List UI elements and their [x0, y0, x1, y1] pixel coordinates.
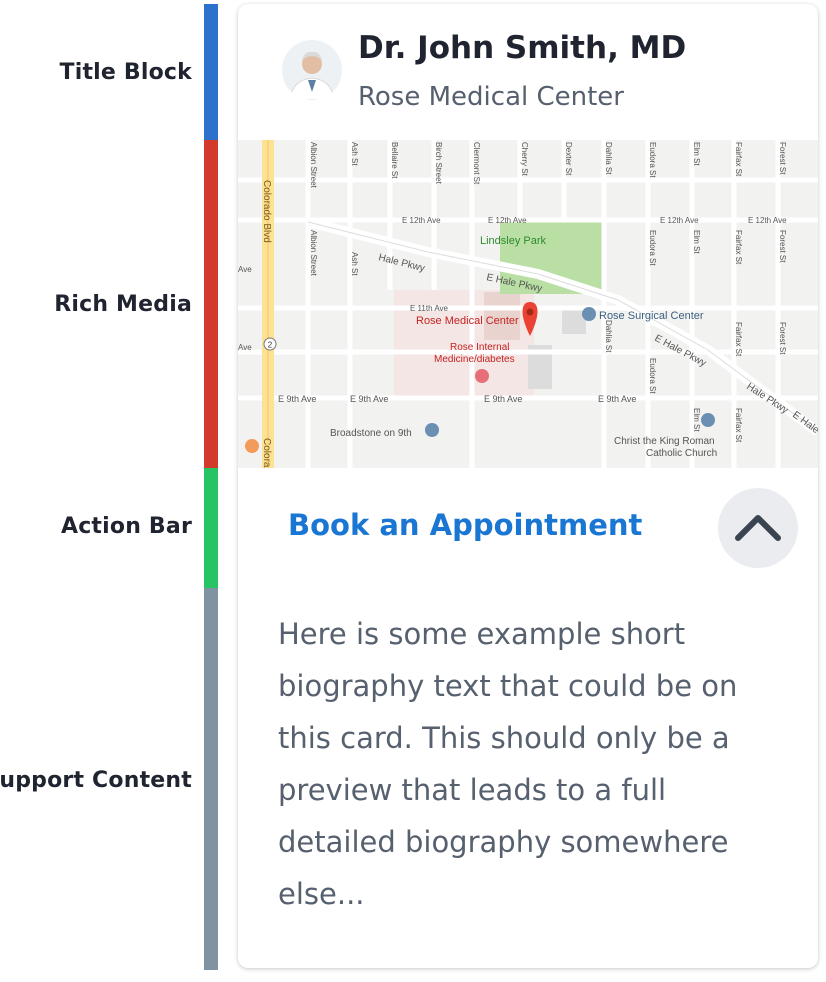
svg-text:Dahlia St: Dahlia St: [604, 320, 613, 353]
bar-action-bar: [204, 468, 218, 588]
label-title-block: Title Block: [59, 60, 192, 85]
svg-text:Ash St: Ash St: [350, 252, 359, 276]
svg-text:Broadstone on 9th: Broadstone on 9th: [330, 428, 412, 439]
svg-text:Ave: Ave: [238, 343, 252, 352]
action-bar: Book an Appointment: [238, 468, 818, 588]
svg-text:E 12th Ave: E 12th Ave: [402, 216, 441, 225]
organization-name: Rose Medical Center: [358, 82, 624, 112]
svg-text:Ash St: Ash St: [350, 142, 359, 166]
bar-title-block: [204, 4, 218, 140]
svg-text:Rose Internal: Rose Internal: [450, 342, 509, 353]
svg-text:E 9th Ave: E 9th Ave: [598, 394, 636, 404]
svg-text:Fairfax St: Fairfax St: [734, 322, 743, 357]
route-marker: 2: [268, 341, 273, 350]
svg-text:Fairfax St: Fairfax St: [734, 230, 743, 265]
svg-text:Clermont St: Clermont St: [472, 142, 481, 185]
svg-text:Forest St: Forest St: [778, 322, 787, 355]
svg-text:Bellaire St: Bellaire St: [390, 142, 399, 179]
svg-text:Cherry St: Cherry St: [520, 142, 529, 177]
svg-text:E 12th Ave: E 12th Ave: [660, 216, 699, 225]
doctor-name: Dr. John Smith, MD: [358, 30, 687, 66]
svg-text:Eudora St: Eudora St: [648, 230, 657, 266]
svg-text:E 11th Ave: E 11th Ave: [410, 304, 449, 313]
svg-text:Albion Street: Albion Street: [309, 230, 318, 277]
svg-text:E 9th Ave: E 9th Ave: [278, 394, 316, 404]
svg-text:Medicine/diabetes: Medicine/diabetes: [434, 354, 515, 365]
svg-text:Lindsley Park: Lindsley Park: [480, 235, 547, 247]
collapse-button[interactable]: [718, 488, 798, 568]
doctor-card: Dr. John Smith, MD Rose Medical Center 2…: [238, 4, 818, 968]
svg-text:Catholic Church: Catholic Church: [646, 448, 717, 459]
label-action-bar: Action Bar: [60, 514, 192, 539]
svg-text:Eudora St: Eudora St: [648, 142, 657, 178]
label-support-content: Support Content: [0, 768, 192, 793]
svg-text:Ave: Ave: [238, 265, 252, 274]
chevron-up-icon: [735, 515, 781, 541]
bar-rich-media: [204, 140, 218, 468]
svg-text:E 12th Ave: E 12th Ave: [748, 216, 787, 225]
location-map[interactable]: 2 Lindsley Park Rose Medical Center Rose…: [238, 140, 818, 468]
svg-text:Rose Surgical Center: Rose Surgical Center: [599, 310, 704, 322]
svg-text:Fairfax St: Fairfax St: [734, 408, 743, 443]
svg-text:Birch Street: Birch Street: [434, 142, 443, 185]
svg-text:Rose Medical Center: Rose Medical Center: [416, 315, 519, 327]
svg-text:Elm St: Elm St: [692, 142, 701, 166]
biography-text: Here is some example short biography tex…: [278, 617, 738, 911]
svg-text:E 12th Ave: E 12th Ave: [488, 216, 527, 225]
svg-text:Colorado Blvd: Colorado Blvd: [261, 180, 272, 243]
avatar: [282, 40, 342, 100]
svg-text:E 9th Ave: E 9th Ave: [350, 394, 388, 404]
svg-text:Albion Street: Albion Street: [309, 142, 318, 189]
svg-text:E 9th Ave: E 9th Ave: [484, 394, 522, 404]
svg-text:Forest St: Forest St: [778, 142, 787, 175]
svg-text:Dexter St: Dexter St: [564, 142, 573, 176]
bar-support-content: [204, 588, 218, 970]
svg-text:Dahlia St: Dahlia St: [604, 142, 613, 175]
svg-text:Elm St: Elm St: [692, 230, 701, 254]
svg-text:Colora: Colora: [261, 438, 272, 468]
svg-text:Fairfax St: Fairfax St: [734, 142, 743, 177]
svg-text:Christ the King Roman: Christ the King Roman: [614, 436, 715, 447]
title-block: Dr. John Smith, MD Rose Medical Center: [238, 4, 818, 140]
svg-text:Elm St: Elm St: [692, 408, 701, 432]
label-rich-media: Rich Media: [54, 292, 192, 317]
svg-text:Forest St: Forest St: [778, 230, 787, 263]
svg-text:Eudora St: Eudora St: [648, 358, 657, 394]
book-appointment-button[interactable]: Book an Appointment: [288, 508, 642, 542]
